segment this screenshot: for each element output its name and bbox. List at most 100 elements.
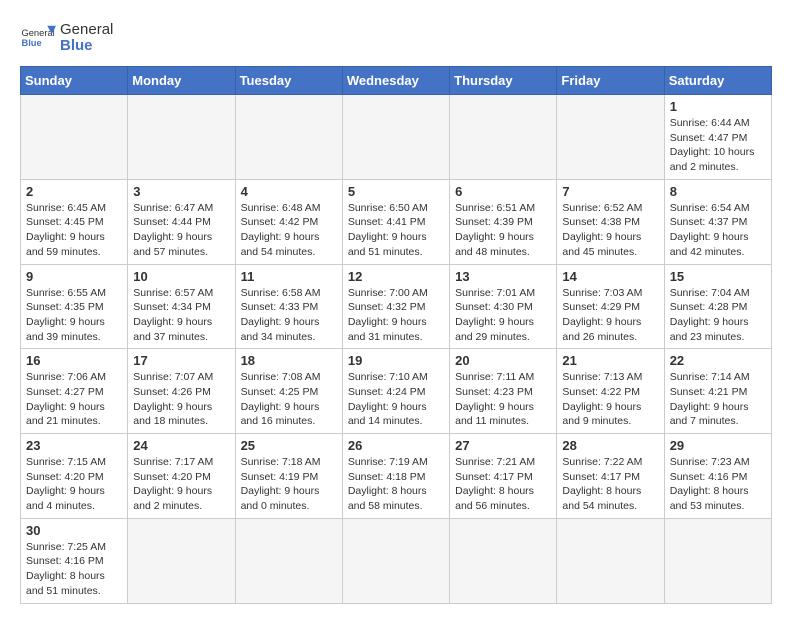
logo-general-text: General (60, 22, 113, 39)
day-number: 11 (241, 269, 337, 284)
day-number: 22 (670, 353, 766, 368)
calendar-cell: 26Sunrise: 7:19 AM Sunset: 4:18 PM Dayli… (342, 434, 449, 519)
calendar-header-row: SundayMondayTuesdayWednesdayThursdayFrid… (21, 67, 772, 95)
day-info: Sunrise: 7:11 AM Sunset: 4:23 PM Dayligh… (455, 370, 551, 429)
calendar-cell: 19 Sunrise: 7:10 AM Sunset: 4:24 PM Dayli… (342, 349, 449, 434)
calendar-cell (235, 95, 342, 180)
day-info: Sunrise: 7:23 AM Sunset: 4:16 PM Dayligh… (670, 455, 766, 514)
calendar-cell: 2Sunrise: 6:45 AM Sunset: 4:45 PM Daylig… (21, 179, 128, 264)
calendar-cell (235, 518, 342, 603)
calendar-cell: 6 Sunrise: 6:51 AM Sunset: 4:39 PM Daylig… (450, 179, 557, 264)
day-info: Sunrise: 6:48 AM Sunset: 4:42 PM Dayligh… (241, 201, 337, 260)
day-number: 21 (562, 353, 658, 368)
day-number: 5 (348, 184, 444, 199)
day-number: 7 (562, 184, 658, 199)
day-info: Sunrise: 7:04 AM Sunset: 4:28 PM Dayligh… (670, 286, 766, 345)
day-info: Sunrise: 6:44 AM Sunset: 4:47 PM Dayligh… (670, 116, 766, 175)
weekday-header-friday: Friday (557, 67, 664, 95)
calendar-week-row: 23 Sunrise: 7:15 AM Sunset: 4:20 PM Dayli… (21, 434, 772, 519)
calendar-cell: 13 Sunrise: 7:01 AM Sunset: 4:30 PM Dayli… (450, 264, 557, 349)
day-number: 3 (133, 184, 229, 199)
logo-blue-text: Blue (60, 38, 113, 55)
day-info: Sunrise: 7:07 AM Sunset: 4:26 PM Dayligh… (133, 370, 229, 429)
calendar-cell: 20 Sunrise: 7:11 AM Sunset: 4:23 PM Dayli… (450, 349, 557, 434)
day-info: Sunrise: 7:19 AM Sunset: 4:18 PM Dayligh… (348, 455, 444, 514)
day-info: Sunrise: 6:57 AM Sunset: 4:34 PM Dayligh… (133, 286, 229, 345)
calendar-cell: 1 Sunrise: 6:44 AM Sunset: 4:47 PM Daylig… (664, 95, 771, 180)
day-number: 1 (670, 99, 766, 114)
day-number: 20 (455, 353, 551, 368)
weekday-header-saturday: Saturday (664, 67, 771, 95)
calendar-cell: 3 Sunrise: 6:47 AM Sunset: 4:44 PM Daylig… (128, 179, 235, 264)
day-info: Sunrise: 6:50 AM Sunset: 4:41 PM Dayligh… (348, 201, 444, 260)
weekday-header-thursday: Thursday (450, 67, 557, 95)
calendar-cell: 14 Sunrise: 7:03 AM Sunset: 4:29 PM Dayli… (557, 264, 664, 349)
day-number: 9 (26, 269, 122, 284)
day-info: Sunrise: 6:47 AM Sunset: 4:44 PM Dayligh… (133, 201, 229, 260)
day-number: 25 (241, 438, 337, 453)
day-info: Sunrise: 7:25 AM Sunset: 4:16 PM Dayligh… (26, 540, 122, 599)
day-info: Sunrise: 7:00 AM Sunset: 4:32 PM Dayligh… (348, 286, 444, 345)
calendar-cell (128, 95, 235, 180)
day-info: Sunrise: 6:54 AM Sunset: 4:37 PM Dayligh… (670, 201, 766, 260)
calendar-cell (557, 95, 664, 180)
day-number: 14 (562, 269, 658, 284)
day-number: 8 (670, 184, 766, 199)
day-info: Sunrise: 7:18 AM Sunset: 4:19 PM Dayligh… (241, 455, 337, 514)
weekday-header-wednesday: Wednesday (342, 67, 449, 95)
day-info: Sunrise: 7:06 AM Sunset: 4:27 PM Dayligh… (26, 370, 122, 429)
calendar-cell: 9 Sunrise: 6:55 AM Sunset: 4:35 PM Daylig… (21, 264, 128, 349)
day-number: 30 (26, 523, 122, 538)
calendar-cell: 17Sunrise: 7:07 AM Sunset: 4:26 PM Dayli… (128, 349, 235, 434)
day-info: Sunrise: 6:52 AM Sunset: 4:38 PM Dayligh… (562, 201, 658, 260)
calendar-cell: 30 Sunrise: 7:25 AM Sunset: 4:16 PM Dayli… (21, 518, 128, 603)
day-info: Sunrise: 7:15 AM Sunset: 4:20 PM Dayligh… (26, 455, 122, 514)
calendar-cell (450, 518, 557, 603)
day-number: 23 (26, 438, 122, 453)
day-info: Sunrise: 7:01 AM Sunset: 4:30 PM Dayligh… (455, 286, 551, 345)
weekday-header-tuesday: Tuesday (235, 67, 342, 95)
calendar-cell (450, 95, 557, 180)
day-number: 12 (348, 269, 444, 284)
day-info: Sunrise: 7:17 AM Sunset: 4:20 PM Dayligh… (133, 455, 229, 514)
day-info: Sunrise: 6:58 AM Sunset: 4:33 PM Dayligh… (241, 286, 337, 345)
day-number: 13 (455, 269, 551, 284)
calendar-cell: 27Sunrise: 7:21 AM Sunset: 4:17 PM Dayli… (450, 434, 557, 519)
calendar-cell (557, 518, 664, 603)
day-info: Sunrise: 6:51 AM Sunset: 4:39 PM Dayligh… (455, 201, 551, 260)
day-number: 29 (670, 438, 766, 453)
page-header: General Blue General Blue (20, 20, 772, 56)
day-number: 4 (241, 184, 337, 199)
day-number: 2 (26, 184, 122, 199)
calendar-cell: 12 Sunrise: 7:00 AM Sunset: 4:32 PM Dayli… (342, 264, 449, 349)
calendar-cell: 11 Sunrise: 6:58 AM Sunset: 4:33 PM Dayli… (235, 264, 342, 349)
calendar-cell: 4 Sunrise: 6:48 AM Sunset: 4:42 PM Daylig… (235, 179, 342, 264)
calendar-week-row: 1 Sunrise: 6:44 AM Sunset: 4:47 PM Daylig… (21, 95, 772, 180)
logo: General Blue General Blue (20, 20, 113, 56)
day-info: Sunrise: 7:21 AM Sunset: 4:17 PM Dayligh… (455, 455, 551, 514)
calendar-cell: 7 Sunrise: 6:52 AM Sunset: 4:38 PM Daylig… (557, 179, 664, 264)
day-number: 10 (133, 269, 229, 284)
calendar-week-row: 9 Sunrise: 6:55 AM Sunset: 4:35 PM Daylig… (21, 264, 772, 349)
calendar-cell (664, 518, 771, 603)
calendar-cell: 21Sunrise: 7:13 AM Sunset: 4:22 PM Dayli… (557, 349, 664, 434)
calendar-cell: 18Sunrise: 7:08 AM Sunset: 4:25 PM Dayli… (235, 349, 342, 434)
day-number: 6 (455, 184, 551, 199)
calendar-cell: 10 Sunrise: 6:57 AM Sunset: 4:34 PM Dayli… (128, 264, 235, 349)
weekday-header-monday: Monday (128, 67, 235, 95)
calendar-table: SundayMondayTuesdayWednesdayThursdayFrid… (20, 66, 772, 604)
day-info: Sunrise: 7:03 AM Sunset: 4:29 PM Dayligh… (562, 286, 658, 345)
day-info: Sunrise: 7:10 AM Sunset: 4:24 PM Dayligh… (348, 370, 444, 429)
calendar-cell: 29 Sunrise: 7:23 AM Sunset: 4:16 PM Dayli… (664, 434, 771, 519)
calendar-week-row: 2Sunrise: 6:45 AM Sunset: 4:45 PM Daylig… (21, 179, 772, 264)
day-number: 19 (348, 353, 444, 368)
calendar-cell (342, 518, 449, 603)
day-number: 28 (562, 438, 658, 453)
day-info: Sunrise: 7:14 AM Sunset: 4:21 PM Dayligh… (670, 370, 766, 429)
day-info: Sunrise: 6:55 AM Sunset: 4:35 PM Dayligh… (26, 286, 122, 345)
calendar-cell: 8 Sunrise: 6:54 AM Sunset: 4:37 PM Daylig… (664, 179, 771, 264)
day-number: 16 (26, 353, 122, 368)
day-info: Sunrise: 7:08 AM Sunset: 4:25 PM Dayligh… (241, 370, 337, 429)
calendar-week-row: 30 Sunrise: 7:25 AM Sunset: 4:16 PM Dayli… (21, 518, 772, 603)
calendar-cell: 23 Sunrise: 7:15 AM Sunset: 4:20 PM Dayli… (21, 434, 128, 519)
